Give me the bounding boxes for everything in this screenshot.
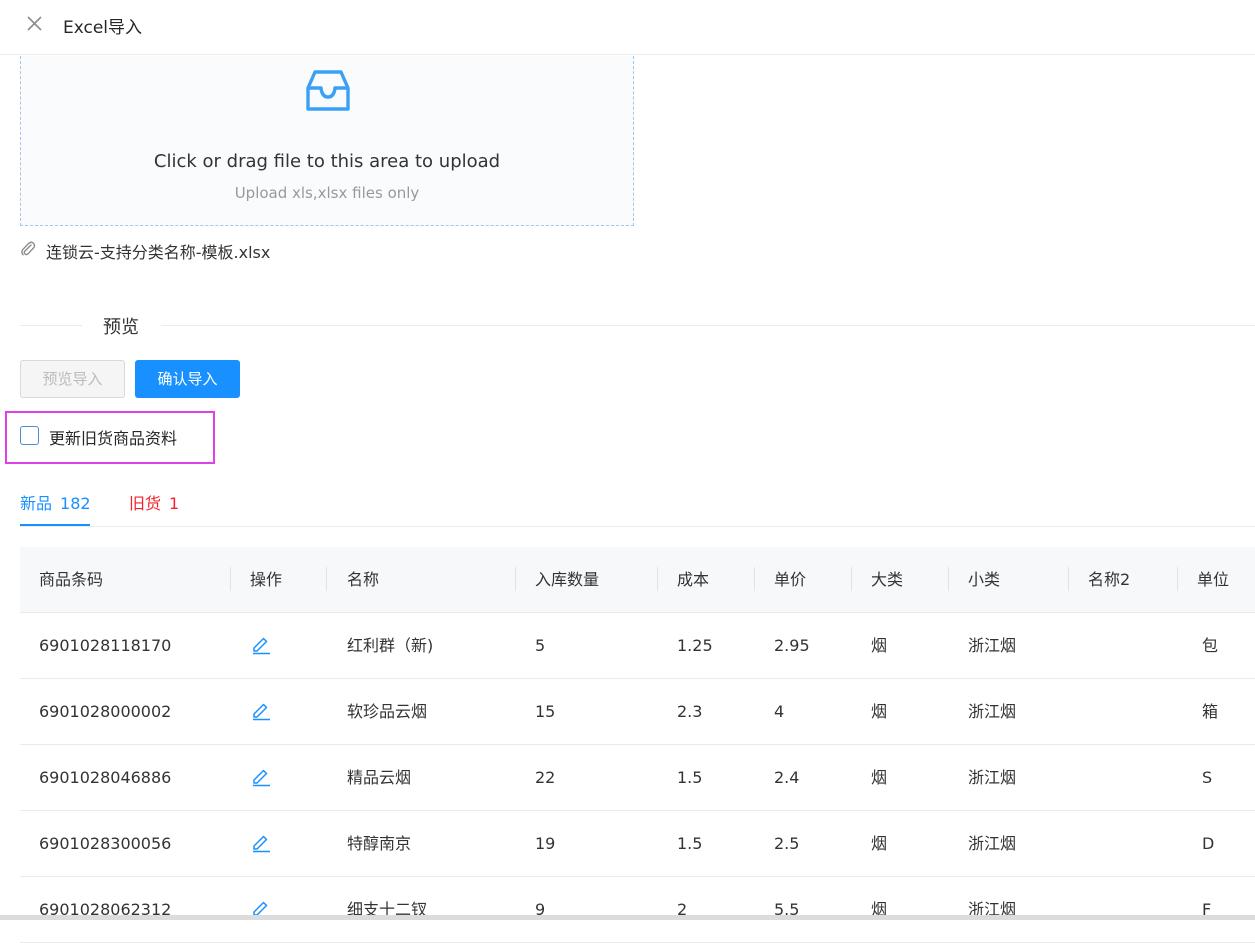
column-separator	[948, 567, 949, 591]
quantity-cell: 19	[535, 834, 556, 853]
barcode-cell: 6901028000002	[39, 702, 172, 721]
tab-count: 182	[60, 494, 91, 513]
column-header: 成本	[677, 570, 710, 589]
quantity-cell: 5	[535, 636, 546, 655]
unit-cell: F	[1202, 900, 1212, 919]
price-cell: 5.5	[774, 900, 800, 919]
quantity-cell: 22	[535, 768, 556, 787]
quantity-cell: 9	[535, 900, 546, 919]
price-cell: 2.4	[774, 768, 800, 787]
update-old-goods-label[interactable]: 更新旧货商品资料	[49, 425, 177, 449]
column-separator	[1177, 567, 1178, 591]
column-separator	[515, 567, 516, 591]
category-cell: 烟	[871, 768, 888, 787]
category-cell: 烟	[871, 636, 888, 655]
column-header: 商品条码	[39, 570, 104, 589]
unit-cell: S	[1202, 768, 1213, 787]
cost-cell: 1.5	[677, 834, 703, 853]
table-row: 6901028300056 特醇南京 19 1.5 2.5 烟 浙江烟 D	[20, 811, 1255, 877]
tab-new-goods[interactable]: 新品 182	[20, 490, 91, 514]
upload-hint-text: Upload xls,xlsx files only	[234, 184, 420, 202]
column-header: 单价	[774, 570, 807, 589]
edit-icon[interactable]	[250, 765, 272, 787]
category-cell: 烟	[871, 834, 888, 853]
name-cell: 特醇南京	[347, 834, 412, 853]
edit-icon[interactable]	[250, 633, 272, 655]
table-row: 6901028118170 红利群（新) 5 1.25 2.95 烟 浙江烟 包	[20, 613, 1255, 679]
barcode-cell: 6901028118170	[39, 636, 172, 655]
column-separator	[230, 567, 231, 591]
inbox-icon	[305, 68, 351, 114]
cost-cell: 2	[677, 900, 688, 919]
cost-cell: 1.25	[677, 636, 713, 655]
column-separator	[1068, 567, 1069, 591]
column-separator	[657, 567, 658, 591]
uploaded-file-name: 连锁云-支持分类名称-模板.xlsx	[46, 243, 271, 262]
paperclip-icon	[20, 240, 36, 258]
tab-label: 新品	[20, 494, 53, 513]
price-cell: 2.95	[774, 636, 810, 655]
category-cell: 烟	[871, 702, 888, 721]
subcategory-cell: 浙江烟	[968, 702, 1017, 721]
name-cell: 软珍品云烟	[347, 702, 428, 721]
unit-cell: 包	[1202, 636, 1219, 655]
column-header: 名称	[347, 570, 380, 589]
edit-icon[interactable]	[250, 831, 272, 853]
update-old-goods-checkbox[interactable]	[20, 426, 39, 445]
column-header: 大类	[871, 570, 904, 589]
upload-dropzone[interactable]: Click or drag file to this area to uploa…	[20, 56, 634, 226]
name-cell: 红利群（新)	[347, 636, 434, 655]
table-header: 商品条码 操作 名称 入库数量 成本 单价 大类 小类 名称2 单位	[20, 547, 1255, 613]
modal-header: Excel导入	[0, 0, 1255, 55]
subcategory-cell: 浙江烟	[968, 900, 1017, 919]
preview-import-button[interactable]: 预览导入	[20, 360, 125, 398]
unit-cell: D	[1202, 834, 1215, 853]
column-header: 单位	[1197, 570, 1230, 589]
tab-label: 旧货	[129, 494, 162, 513]
column-header: 入库数量	[535, 570, 600, 589]
column-separator	[754, 567, 755, 591]
column-separator	[326, 567, 327, 591]
category-cell: 烟	[871, 900, 888, 919]
tab-old-goods[interactable]: 旧货 1	[129, 490, 179, 514]
column-separator	[851, 567, 852, 591]
column-header: 操作	[250, 570, 283, 589]
table-row: 6901028000002 软珍品云烟 15 2.3 4 烟 浙江烟 箱	[20, 679, 1255, 745]
divider-line-left	[20, 325, 82, 326]
confirm-import-button[interactable]: 确认导入	[135, 360, 240, 398]
barcode-cell: 6901028046886	[39, 768, 172, 787]
quantity-cell: 15	[535, 702, 556, 721]
unit-cell: 箱	[1202, 702, 1219, 721]
table-row: 6901028046886 精品云烟 22 1.5 2.4 烟 浙江烟 S	[20, 745, 1255, 811]
subcategory-cell: 浙江烟	[968, 768, 1017, 787]
subcategory-cell: 浙江烟	[968, 834, 1017, 853]
edit-icon[interactable]	[250, 699, 272, 721]
column-header: 名称2	[1088, 570, 1131, 589]
price-cell: 4	[774, 702, 785, 721]
tab-count: 1	[169, 494, 180, 513]
divider-line-right	[161, 325, 1255, 326]
preview-section-title: 预览	[103, 317, 139, 338]
subcategory-cell: 浙江烟	[968, 636, 1017, 655]
name-cell: 细支十二钗	[347, 900, 428, 919]
column-header: 小类	[968, 570, 1001, 589]
barcode-cell: 6901028062312	[39, 900, 172, 919]
cost-cell: 2.3	[677, 702, 703, 721]
price-cell: 2.5	[774, 834, 800, 853]
modal-title: Excel导入	[63, 18, 143, 38]
barcode-cell: 6901028300056	[39, 834, 172, 853]
tabs-divider	[20, 526, 1255, 527]
close-icon[interactable]	[22, 12, 46, 36]
active-tab-indicator	[20, 524, 90, 526]
cost-cell: 1.5	[677, 768, 703, 787]
upload-main-text: Click or drag file to this area to uploa…	[153, 151, 501, 172]
horizontal-scrollbar[interactable]	[0, 915, 1255, 920]
table-row: 6901028062312 细支十二钗 9 2 5.5 烟 浙江烟 F	[20, 877, 1255, 943]
name-cell: 精品云烟	[347, 768, 412, 787]
